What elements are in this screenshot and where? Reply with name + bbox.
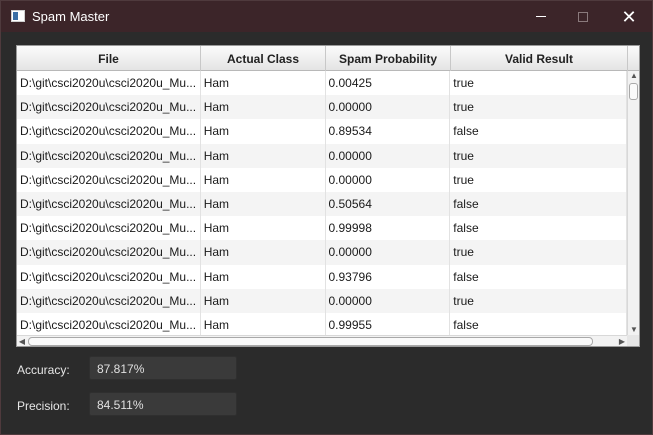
cell-actual-class: Ham [201,216,326,241]
cell-valid-result: false [450,119,627,144]
cell-spam-probability: 0.00000 [326,288,451,313]
cell-actual-class: Ham [201,191,326,217]
cell-valid-result: true [450,143,627,168]
table-row[interactable]: D:\git\csci2020u\csci2020u_Mu... Ham 0.000… [17,95,627,120]
cell-valid-result: true [450,240,627,265]
cell-file: D:\git\csci2020u\csci2020u_Mu... [17,71,201,96]
vertical-scrollbar[interactable]: ▲ ▼ [627,71,639,335]
cell-valid-result: true [450,167,627,192]
table-body: D:\git\csci2020u\csci2020u_Mu... Ham 0.004… [17,71,627,335]
cell-actual-class: Ham [201,312,326,335]
horizontal-scroll-thumb[interactable] [28,337,593,346]
cell-file: D:\git\csci2020u\csci2020u_Mu... [17,216,201,241]
cell-valid-result: true [450,95,627,120]
table-row[interactable]: D:\git\csci2020u\csci2020u_Mu... Ham 0.937… [17,264,627,289]
cell-actual-class: Ham [201,95,326,120]
cell-file: D:\git\csci2020u\csci2020u_Mu... [17,143,201,168]
window-title: Spam Master [32,9,110,24]
precision-label: Precision: [17,399,70,413]
close-icon: ✕ [621,6,637,27]
cell-actual-class: Ham [201,119,326,144]
cell-file: D:\git\csci2020u\csci2020u_Mu... [17,264,201,289]
maximize-button[interactable] [560,1,606,32]
cell-spam-probability: 0.99998 [326,216,451,241]
cell-spam-probability: 0.00000 [326,240,451,265]
table-row[interactable]: D:\git\csci2020u\csci2020u_Mu... Ham 0.999… [17,312,627,335]
app-icon [11,10,25,22]
table-row[interactable]: D:\git\csci2020u\csci2020u_Mu... Ham 0.895… [17,119,627,144]
vertical-scroll-thumb[interactable] [629,83,638,100]
table-row[interactable]: D:\git\csci2020u\csci2020u_Mu... Ham 0.999… [17,216,627,241]
cell-file: D:\git\csci2020u\csci2020u_Mu... [17,288,201,313]
cell-valid-result: true [450,71,627,96]
scroll-right-icon[interactable]: ▶ [618,337,626,346]
cell-file: D:\git\csci2020u\csci2020u_Mu... [17,191,201,217]
accuracy-label: Accuracy: [17,363,70,377]
cell-spam-probability: 0.99955 [326,312,451,335]
cell-spam-probability: 0.93796 [326,264,451,289]
cell-spam-probability: 0.50564 [326,191,451,217]
cell-file: D:\git\csci2020u\csci2020u_Mu... [17,312,201,335]
results-table[interactable]: File Actual Class Spam Probability Valid… [16,45,640,347]
column-header-file[interactable]: File [17,46,201,71]
table-row[interactable]: D:\git\csci2020u\csci2020u_Mu... Ham 0.505… [17,191,627,217]
cell-actual-class: Ham [201,167,326,192]
cell-actual-class: Ham [201,71,326,96]
minimize-icon [536,16,546,17]
cell-actual-class: Ham [201,288,326,313]
cell-actual-class: Ham [201,264,326,289]
cell-spam-probability: 0.00425 [326,71,451,96]
maximize-icon [578,11,588,22]
title-bar[interactable]: Spam Master ✕ [1,1,652,32]
column-header-actual-class[interactable]: Actual Class [201,46,326,71]
table-header: File Actual Class Spam Probability Valid… [17,46,639,71]
cell-valid-result: false [450,312,627,335]
cell-valid-result: false [450,264,627,289]
column-header-spam-probability[interactable]: Spam Probability [326,46,451,71]
cell-file: D:\git\csci2020u\csci2020u_Mu... [17,119,201,144]
scroll-down-icon[interactable]: ▼ [630,326,638,334]
cell-valid-result: false [450,216,627,241]
table-row[interactable]: D:\git\csci2020u\csci2020u_Mu... Ham 0.000… [17,167,627,192]
cell-file: D:\git\csci2020u\csci2020u_Mu... [17,167,201,192]
cell-actual-class: Ham [201,143,326,168]
cell-spam-probability: 0.00000 [326,95,451,120]
scroll-left-icon[interactable]: ◀ [18,337,26,346]
scrollbar-corner [627,335,639,346]
column-header-valid-result[interactable]: Valid Result [451,46,628,71]
table-row[interactable]: D:\git\csci2020u\csci2020u_Mu... Ham 0.000… [17,143,627,168]
table-row[interactable]: D:\git\csci2020u\csci2020u_Mu... Ham 0.000… [17,240,627,265]
cell-spam-probability: 0.00000 [326,167,451,192]
cell-file: D:\git\csci2020u\csci2020u_Mu... [17,240,201,265]
precision-field[interactable]: 84.511% [89,392,237,416]
cell-valid-result: false [450,191,627,217]
table-row[interactable]: D:\git\csci2020u\csci2020u_Mu... Ham 0.000… [17,288,627,313]
table-row[interactable]: D:\git\csci2020u\csci2020u_Mu... Ham 0.004… [17,71,627,96]
app-window: Spam Master ✕ File Actual Class Spam Pro… [0,0,653,435]
cell-spam-probability: 0.89534 [326,119,451,144]
cell-file: D:\git\csci2020u\csci2020u_Mu... [17,95,201,120]
scroll-up-icon[interactable]: ▲ [630,72,638,80]
accuracy-field[interactable]: 87.817% [89,356,237,380]
cell-spam-probability: 0.00000 [326,143,451,168]
horizontal-scrollbar[interactable]: ◀ ▶ [17,335,627,346]
cell-valid-result: true [450,288,627,313]
minimize-button[interactable] [518,1,564,32]
close-button[interactable]: ✕ [606,1,652,32]
cell-actual-class: Ham [201,240,326,265]
